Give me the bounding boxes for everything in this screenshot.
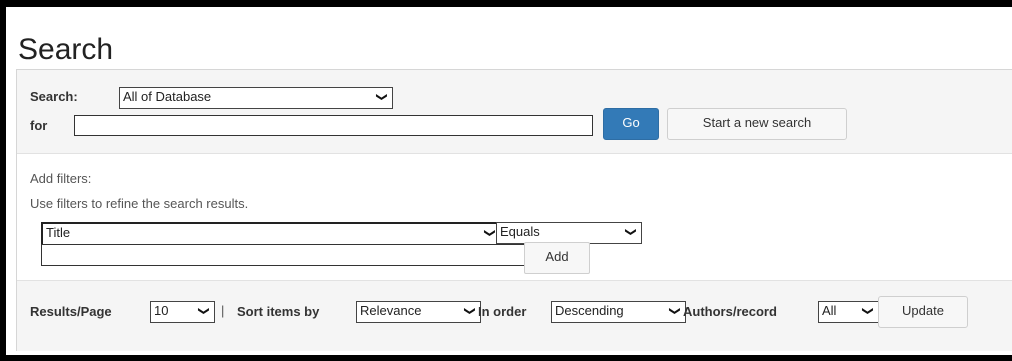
filter-value-input[interactable] (41, 244, 525, 266)
search-scope-value: All of Database (123, 89, 212, 104)
order-select[interactable]: Descending ❯ (551, 301, 686, 323)
chevron-down-icon: ❯ (624, 227, 637, 237)
filters-section: Add filters: Use filters to refine the s… (17, 154, 1012, 279)
search-page: Search Search: All of Database ❯ for Go … (6, 7, 1012, 355)
filter-operator-select[interactable]: Equals ❯ (496, 222, 642, 244)
chevron-down-icon: ❯ (375, 92, 388, 102)
filter-operator-value: Equals (500, 224, 540, 239)
search-scope-select[interactable]: All of Database ❯ (119, 87, 393, 109)
search-panel: Search: All of Database ❯ for Go Start a… (16, 69, 1012, 351)
order-value: Descending (555, 303, 624, 318)
order-label: In order (478, 304, 527, 319)
chevron-down-icon: ❯ (463, 306, 476, 316)
authors-per-record-value: All (822, 303, 837, 318)
add-filter-button[interactable]: Add (524, 242, 590, 274)
authors-per-record-label: Authors/record (683, 304, 777, 319)
chevron-down-icon: ❯ (197, 306, 210, 316)
chevron-down-icon: ❯ (861, 306, 874, 316)
filter-field-value: Title (46, 225, 71, 240)
search-box: Search: All of Database ❯ for Go Start a… (17, 70, 1012, 154)
authors-per-record-select[interactable]: All ❯ (818, 301, 879, 323)
search-query-input[interactable] (74, 115, 593, 136)
search-for-label: for (30, 118, 48, 133)
results-per-page-label: Results/Page (30, 304, 112, 319)
results-per-page-select[interactable]: 10 ❯ (150, 301, 215, 323)
page-title: Search (18, 33, 114, 66)
results-options-bar: Results/Page 10 ❯ | Sort items by Releva… (17, 280, 1012, 351)
separator: | (221, 303, 225, 318)
results-per-page-value: 10 (154, 303, 169, 318)
filter-field-select[interactable]: Title ❯ (41, 222, 502, 246)
filters-help-text: Use filters to refine the search results… (30, 196, 249, 211)
update-button[interactable]: Update (878, 296, 968, 328)
sort-by-select[interactable]: Relevance ❯ (356, 301, 481, 323)
sort-by-label: Sort items by (237, 304, 320, 319)
go-button[interactable]: Go (603, 108, 659, 140)
chevron-down-icon: ❯ (668, 306, 681, 316)
filters-heading: Add filters: (30, 171, 92, 186)
start-new-search-button[interactable]: Start a new search (667, 108, 847, 140)
sort-by-value: Relevance (360, 303, 422, 318)
search-scope-label: Search: (30, 89, 78, 104)
